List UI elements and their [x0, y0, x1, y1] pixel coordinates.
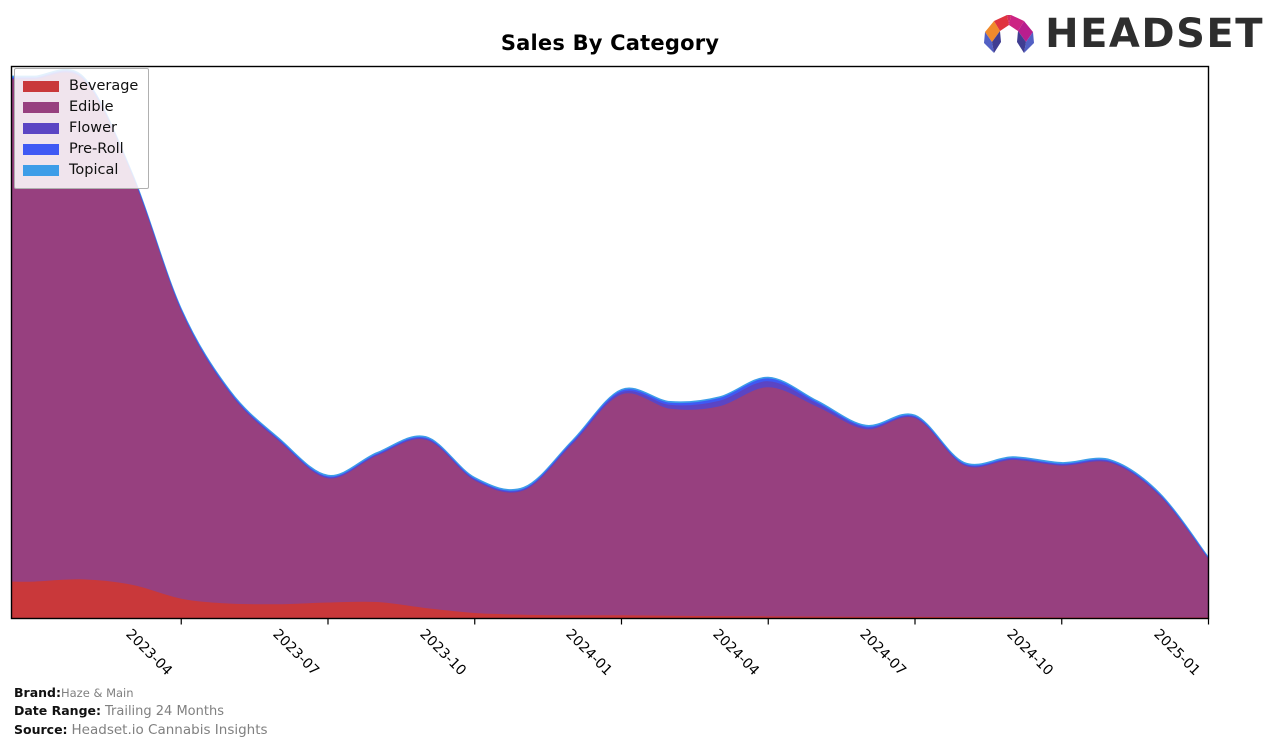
chart-page: Sales By Category HEADSET Beverage Edibl… [0, 0, 1276, 740]
chart-legend: Beverage Edible Flower Pre-Roll Topical [14, 68, 150, 189]
footer-source-value: Headset.io Cannabis Insights [71, 722, 268, 739]
chart-footer: Brand:Haze & Main Date Range: Trailing 2… [14, 684, 268, 740]
legend-item-label: Beverage [69, 78, 139, 95]
footer-brand-key: Brand: [14, 685, 61, 700]
sales-by-category-chart [10, 65, 1210, 625]
legend-swatch-icon [23, 102, 59, 113]
legend-swatch-icon [23, 144, 59, 155]
legend-item-label: Topical [69, 162, 119, 179]
legend-swatch-icon [23, 81, 59, 92]
legend-item-topical: Topical [23, 160, 138, 181]
area-series-edible [11, 72, 1209, 619]
footer-source-row: Source: Headset.io Cannabis Insights [14, 721, 268, 740]
footer-brand-value: Haze & Main [60, 686, 134, 700]
legend-item-label: Flower [69, 120, 117, 137]
legend-item-label: Edible [69, 99, 114, 116]
legend-item-edible: Edible [23, 97, 138, 118]
x-axis-ticks [180, 618, 1210, 625]
legend-item-beverage: Beverage [23, 76, 138, 97]
legend-swatch-icon [23, 165, 59, 176]
legend-item-pre-roll: Pre-Roll [23, 139, 138, 160]
footer-brand-row: Brand:Haze & Main [14, 684, 268, 702]
legend-swatch-icon [23, 123, 59, 134]
footer-date-range-value: Trailing 24 Months [104, 703, 224, 719]
footer-date-range-key: Date Range: [14, 702, 101, 718]
plot-areas [11, 68, 1209, 619]
footer-source-key: Source: [14, 722, 68, 738]
legend-item-flower: Flower [23, 118, 138, 139]
footer-date-range-row: Date Range: Trailing 24 Months [14, 702, 268, 721]
legend-item-label: Pre-Roll [69, 141, 124, 158]
